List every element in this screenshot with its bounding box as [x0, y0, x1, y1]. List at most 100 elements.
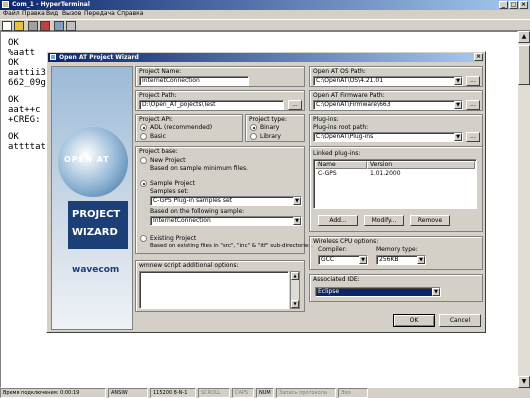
fw-path-select[interactable]: C:\OpenAT\Firmware\663 ▼ — [313, 100, 463, 110]
remove-plugin-button[interactable]: Remove — [410, 215, 450, 226]
plugins-divider — [310, 146, 482, 148]
cancel-button[interactable]: Cancel — [439, 314, 481, 327]
existing-project-label[interactable]: Existing Project — [150, 235, 196, 242]
linked-plugins-list[interactable]: Name Version C-GPS 1.01.2000 — [313, 159, 477, 209]
project-path-browse-button[interactable]: ... — [288, 100, 302, 110]
ide-group: Associated IDE: Eclipse ▼ — [309, 274, 483, 302]
terminal-line: %aatt — [8, 48, 36, 58]
type-binary-label[interactable]: Binary — [260, 124, 279, 131]
api-basic-radio[interactable] — [140, 133, 147, 140]
compiler-value: GCC — [321, 256, 335, 263]
toolbar — [0, 19, 530, 31]
fw-path-group: Open AT Firmware Path: C:\OpenAT\Firmwar… — [309, 90, 483, 111]
cpu-options-label: Wireless CPU options: — [313, 238, 379, 245]
api-adl-label[interactable]: ADL (recommended) — [150, 124, 212, 131]
following-sample-select[interactable]: InternetConnection ▼ — [150, 216, 302, 226]
chevron-down-icon[interactable]: ▼ — [293, 217, 301, 225]
ide-select[interactable]: Eclipse ▼ — [315, 287, 441, 297]
project-type-label: Project type: — [249, 116, 287, 123]
menu-edit[interactable]: Правка — [22, 10, 45, 18]
wizard-title-bar[interactable]: Open AT Project Wizard × — [48, 53, 484, 62]
linked-plugins-label: Linked plug-ins: — [313, 150, 361, 157]
menu-view[interactable]: Вид — [46, 10, 58, 18]
menu-file[interactable]: Файл — [3, 10, 20, 18]
wizard-close-button[interactable]: × — [474, 53, 483, 61]
column-header-name[interactable]: Name — [315, 161, 367, 169]
plugins-root-browse-button[interactable]: ... — [466, 132, 480, 142]
following-sample-label: Based on the following sample: — [150, 208, 245, 215]
chevron-down-icon[interactable]: ▼ — [454, 77, 462, 85]
menu-help[interactable]: Справка — [117, 10, 143, 18]
terminal-line: OK — [8, 95, 19, 105]
wizard-side-panel: OPEN AT PROJECT WIZARD wavecom — [51, 66, 133, 330]
status-caps: CAPS — [232, 388, 254, 398]
new-project-radio[interactable] — [140, 157, 147, 164]
type-library-label[interactable]: Library — [260, 133, 281, 140]
existing-project-desc: Based on existing files in "src", "inc" … — [150, 243, 313, 249]
sample-project-label[interactable]: Sample Project — [150, 180, 195, 187]
disconnect-icon[interactable] — [40, 21, 50, 31]
scroll-up-button[interactable]: ▲ — [518, 31, 530, 43]
type-library-radio[interactable] — [250, 133, 257, 140]
add-plugin-button[interactable]: Add... — [318, 215, 358, 226]
new-project-label[interactable]: New Project — [150, 157, 186, 164]
plugins-root-select[interactable]: C:\OpenAT\Plug-ins ▼ — [313, 132, 463, 142]
vertical-scrollbar[interactable]: ▲ ▼ — [518, 31, 530, 388]
os-path-browse-button[interactable]: ... — [466, 76, 480, 86]
status-capture: Запись протокола — [276, 388, 336, 398]
wmnew-options-label: wmnew script additional options: — [139, 262, 239, 269]
column-header-version[interactable]: Version — [367, 161, 475, 169]
status-port-settings: 115200 8-N-1 — [150, 388, 196, 398]
maximize-button[interactable]: □ — [509, 1, 518, 9]
scroll-down-button[interactable]: ▼ — [291, 300, 299, 308]
menu-bar: Файл Правка Вид Вызов Передача Справка — [0, 10, 530, 19]
status-emulation: ANSIW — [108, 388, 148, 398]
os-path-select[interactable]: C:\OpenAT\OS\4.21.01 ▼ — [313, 76, 463, 86]
app-title-bar[interactable]: Com_1 - HyperTerminal _ □ × — [0, 0, 530, 10]
api-basic-label[interactable]: Basic — [150, 133, 166, 140]
scroll-up-button[interactable]: ▲ — [291, 272, 299, 280]
samples-set-select[interactable]: C-GPS Plug-in samples set ▼ — [150, 196, 302, 206]
project-name-input[interactable]: InternetConnection — [139, 76, 249, 86]
chevron-down-icon[interactable]: ▼ — [417, 256, 425, 264]
menu-transfer[interactable]: Передача — [84, 10, 115, 18]
wmnew-options-textarea[interactable] — [139, 271, 289, 309]
ok-button[interactable]: OK — [393, 314, 435, 327]
type-binary-radio[interactable] — [250, 124, 257, 131]
app-icon — [2, 1, 9, 8]
os-path-group: Open AT OS Path: C:\OpenAT\OS\4.21.01 ▼ … — [309, 66, 483, 87]
wizard-text: WIZARD — [72, 227, 118, 238]
open-icon[interactable] — [14, 21, 24, 31]
chevron-down-icon[interactable]: ▼ — [454, 133, 462, 141]
fw-path-browse-button[interactable]: ... — [466, 100, 480, 110]
scroll-down-button[interactable]: ▼ — [518, 376, 530, 388]
terminal-line: +CREG: — [8, 115, 41, 125]
chevron-down-icon[interactable]: ▼ — [293, 197, 301, 205]
modify-plugin-button[interactable]: Modify... — [364, 215, 404, 226]
project-api-group: Project API: ADL (recommended) Basic — [135, 114, 243, 142]
sample-project-radio[interactable] — [140, 180, 147, 187]
new-icon[interactable] — [2, 21, 12, 31]
project-api-label: Project API: — [139, 116, 173, 123]
compiler-select[interactable]: GCC ▼ — [318, 255, 368, 265]
properties-icon[interactable] — [66, 21, 76, 31]
menu-call[interactable]: Вызов — [62, 10, 81, 18]
close-button[interactable]: × — [519, 1, 528, 9]
wmnew-scrollbar[interactable]: ▲ ▼ — [290, 271, 300, 309]
send-icon[interactable] — [54, 21, 64, 31]
connect-icon[interactable] — [28, 21, 38, 31]
minimize-button[interactable]: _ — [499, 1, 508, 9]
memory-type-select[interactable]: 256KB ▼ — [376, 255, 426, 265]
project-path-input[interactable]: D:\Open_AT_pojects\Test — [139, 100, 284, 110]
wizard-icon — [50, 54, 56, 60]
chevron-down-icon[interactable]: ▼ — [359, 256, 367, 264]
api-adl-radio[interactable] — [140, 124, 147, 131]
existing-project-radio[interactable] — [140, 235, 147, 242]
scroll-thumb[interactable] — [518, 45, 530, 85]
table-row[interactable]: C-GPS 1.01.2000 — [315, 170, 475, 178]
chevron-down-icon[interactable]: ▼ — [454, 101, 462, 109]
terminal-line: aattii3 — [8, 68, 46, 78]
samples-set-label: Samples set: — [150, 188, 189, 195]
chevron-down-icon[interactable]: ▼ — [432, 288, 440, 296]
plugins-label: Plug-ins: — [313, 116, 339, 123]
